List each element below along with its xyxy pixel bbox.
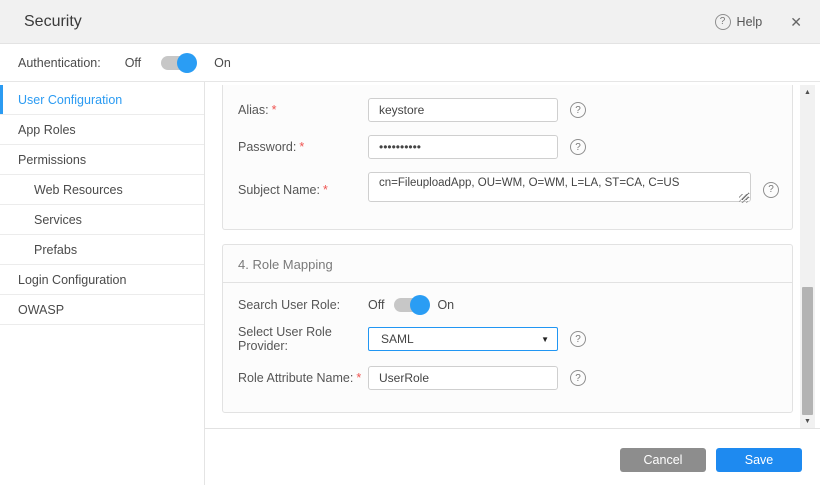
authentication-bar: Authentication: Off On: [0, 44, 820, 82]
sidebar-item-label: Login Configuration: [18, 273, 126, 287]
user-role-provider-select[interactable]: SAML ▼: [368, 327, 558, 351]
alias-label: Alias:*: [238, 103, 368, 117]
password-help-icon[interactable]: ?: [570, 139, 586, 155]
search-user-role-row: Search User Role: Off On: [238, 298, 777, 312]
close-icon[interactable]: ✕: [790, 15, 802, 29]
role-mapping-rows: Search User Role: Off On Select User Rol…: [223, 283, 792, 390]
role-attribute-label: Role Attribute Name:*: [238, 371, 368, 385]
sidebar-item-owasp[interactable]: OWASP: [0, 295, 204, 325]
search-user-role-label: Search User Role:: [238, 298, 368, 312]
provider-row: Select User Role Provider: SAML ▼ ?: [238, 325, 777, 353]
scroll-down-icon[interactable]: ▼: [800, 415, 815, 427]
sidebar-item-label: User Configuration: [18, 93, 122, 107]
certificate-panel: Alias:* ? Password:* ? Subject Name:*: [222, 85, 793, 230]
required-asterisk: *: [272, 103, 277, 117]
sidebar-item-permissions[interactable]: Permissions: [0, 145, 204, 175]
role-attribute-help-icon[interactable]: ?: [570, 370, 586, 386]
help-label: Help: [737, 15, 763, 29]
sidebar-item-login-configuration[interactable]: Login Configuration: [0, 265, 204, 295]
authentication-toggle[interactable]: [161, 56, 194, 70]
subject-name-row: Subject Name:* ?: [238, 172, 777, 207]
search-user-role-toggle-knob: [410, 295, 430, 315]
sidebar-item-label: Prefabs: [34, 243, 77, 257]
sidebar-item-prefabs[interactable]: Prefabs: [0, 235, 204, 265]
alias-row: Alias:* ?: [238, 98, 777, 122]
sidebar-item-label: Permissions: [18, 153, 86, 167]
search-user-role-toggle[interactable]: [394, 298, 427, 312]
authentication-toggle-knob: [177, 53, 197, 73]
sidebar-item-label: OWASP: [18, 303, 64, 317]
alias-label-text: Alias:: [238, 103, 269, 117]
title-bar: Security ? Help ✕: [0, 0, 820, 44]
required-asterisk: *: [356, 371, 361, 385]
subject-name-textarea[interactable]: [368, 172, 751, 202]
required-asterisk: *: [323, 183, 328, 197]
sidebar-item-app-roles[interactable]: App Roles: [0, 115, 204, 145]
search-user-role-on-label: On: [437, 298, 454, 312]
password-label-text: Password:: [238, 140, 296, 154]
provider-help-icon[interactable]: ?: [570, 331, 586, 347]
page-title: Security: [24, 13, 82, 31]
main-content: Alias:* ? Password:* ? Subject Name:*: [205, 82, 820, 485]
alias-input[interactable]: [368, 98, 558, 122]
password-input[interactable]: [368, 135, 558, 159]
sidebar-item-label: Web Resources: [34, 183, 123, 197]
search-user-role-off-label: Off: [368, 298, 384, 312]
save-button[interactable]: Save: [716, 448, 802, 472]
help-icon: ?: [715, 14, 731, 30]
authentication-on-label: On: [214, 56, 231, 70]
subject-name-label: Subject Name:*: [238, 183, 368, 197]
dropdown-arrow-icon: ▼: [541, 335, 549, 344]
scroll-up-icon[interactable]: ▲: [800, 86, 815, 98]
sidebar: User Configuration App Roles Permissions…: [0, 82, 205, 485]
footer-actions: Cancel Save: [620, 448, 802, 472]
sidebar-item-services[interactable]: Services: [0, 205, 204, 235]
sidebar-item-label: Services: [34, 213, 82, 227]
alias-help-icon[interactable]: ?: [570, 102, 586, 118]
role-attribute-label-text: Role Attribute Name:: [238, 371, 353, 385]
role-attribute-row: Role Attribute Name:* ?: [238, 366, 777, 390]
sidebar-item-label: App Roles: [18, 123, 76, 137]
vertical-scrollbar[interactable]: ▲ ▼: [800, 85, 815, 428]
selected-provider-value: SAML: [381, 332, 541, 346]
role-attribute-input[interactable]: [368, 366, 558, 390]
sidebar-item-user-configuration[interactable]: User Configuration: [0, 85, 204, 115]
required-asterisk: *: [299, 140, 304, 154]
cancel-button[interactable]: Cancel: [620, 448, 706, 472]
role-mapping-panel: 4. Role Mapping Search User Role: Off On…: [222, 244, 793, 413]
subject-name-help-icon[interactable]: ?: [763, 182, 779, 198]
security-dialog: Security ? Help ✕ Authentication: Off On…: [0, 0, 820, 485]
subject-name-textarea-wrap: [368, 172, 751, 207]
footer-divider: [205, 428, 820, 429]
provider-label: Select User Role Provider:: [238, 325, 368, 353]
password-label: Password:*: [238, 140, 368, 154]
scrollbar-thumb[interactable]: [802, 287, 813, 415]
sidebar-item-web-resources[interactable]: Web Resources: [0, 175, 204, 205]
authentication-label: Authentication:: [18, 56, 101, 70]
authentication-off-label: Off: [125, 56, 141, 70]
help-button[interactable]: ? Help: [715, 14, 763, 30]
role-mapping-section-title: 4. Role Mapping: [223, 245, 792, 283]
password-row: Password:* ?: [238, 135, 777, 159]
subject-name-label-text: Subject Name:: [238, 183, 320, 197]
body: User Configuration App Roles Permissions…: [0, 82, 820, 485]
